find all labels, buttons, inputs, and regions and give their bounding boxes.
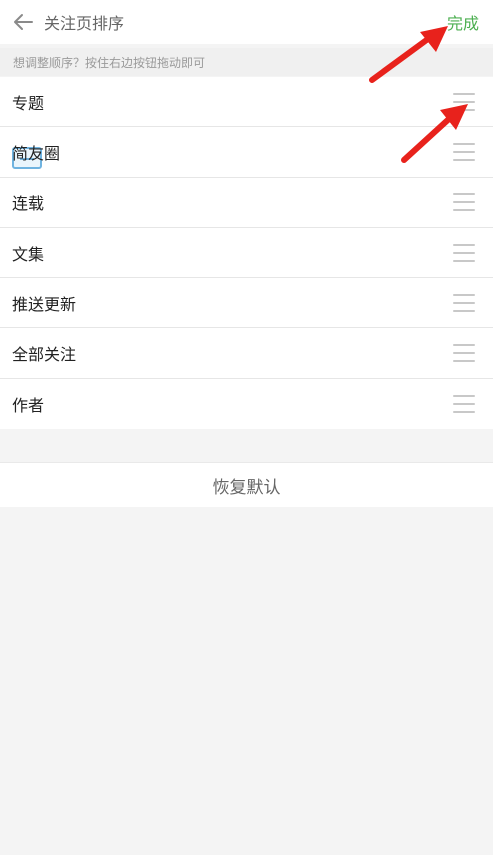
drag-handle-icon[interactable] — [453, 293, 475, 312]
list-item-label: 推送更新 — [12, 294, 77, 314]
list-item-label: 连载 — [12, 194, 45, 214]
list-item-label: 作者 — [12, 395, 45, 415]
annotation-arrow-icon — [369, 26, 448, 83]
drag-handle-icon[interactable] — [453, 394, 475, 413]
annotation-arrow-icon — [401, 104, 468, 163]
arrow-left-icon — [14, 14, 33, 30]
back-button[interactable] — [0, 0, 42, 44]
list-item: 作者 — [0, 379, 493, 429]
list-item: 文集 — [0, 228, 493, 279]
drag-handle-icon[interactable] — [453, 243, 475, 262]
drag-handle-icon[interactable] — [453, 344, 475, 363]
list-item: 全部关注 — [0, 328, 493, 379]
list-item: 推送更新 — [0, 278, 493, 329]
list-item: 连载 — [0, 178, 493, 228]
drag-handle-icon[interactable] — [453, 193, 475, 212]
page-title: 关注页排序 — [44, 14, 125, 33]
list-item-label: 全部关注 — [12, 345, 77, 365]
list-item-label: 简友圈 — [12, 143, 61, 163]
list-item-label: 文集 — [12, 244, 45, 264]
restore-default-button[interactable]: 恢复默认 — [0, 462, 493, 507]
list-item-label: 专题 — [12, 93, 45, 113]
